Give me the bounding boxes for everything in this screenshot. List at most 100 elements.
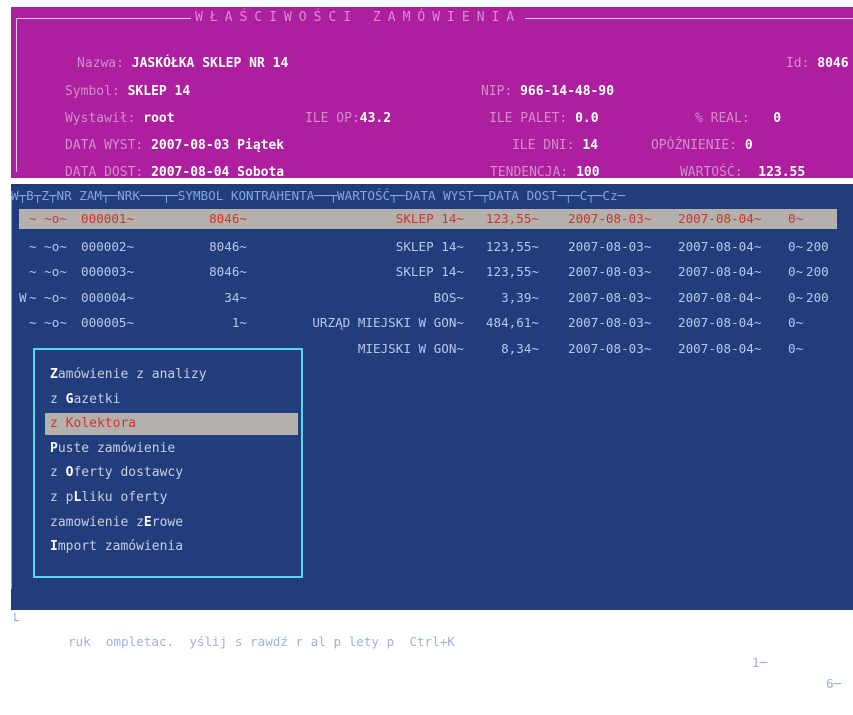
page-indicator: 1─ [752, 655, 768, 670]
ile-op-row: ILE OP:43.2 [258, 89, 391, 126]
value-row: WARTOŚĆ: 123.55 [633, 143, 805, 180]
menu-item-rest: azetki [73, 391, 121, 407]
footer-border: └ [11, 613, 27, 628]
row-cz: 200 [806, 290, 829, 305]
row-mark: ~ ~o~ [29, 239, 67, 254]
row-order-number: 000004~ [81, 290, 135, 305]
row-contractor: SKLEP 14~ [395, 239, 464, 254]
wyslij-key[interactable]: Wyślij [182, 634, 228, 649]
ile-op-value: 43.2 [359, 111, 392, 126]
menu-item-prefix: z [50, 465, 66, 481]
row-mark: ~ ~o~ [29, 290, 67, 305]
f2-inne-key[interactable]: F2Inne [462, 634, 508, 649]
row-cz: 200 [806, 264, 829, 279]
pz-key[interactable]: pZ [387, 634, 402, 649]
row-delivery-date: 2007-08-04~ [678, 239, 762, 254]
row-flag-w [19, 237, 27, 257]
menu-item[interactable]: z Oferty dostawcy [45, 462, 298, 484]
menu-item-rest: rowe [151, 514, 184, 530]
row-contractor: BOS~ [433, 290, 464, 305]
menu-item-rest: uste zamówienie [57, 440, 176, 456]
row-mark: ~ ~o~ [29, 211, 67, 226]
orders-table-header: W┬B┬Z┬NR ZAM┬─NRK───┬─SYMBOL KONTRAHENTA… [11, 188, 626, 203]
row-value: 123,55~ [485, 264, 539, 279]
row-issue-date: 2007-08-03~ [568, 290, 652, 305]
row-nrk: 8046~ [209, 239, 247, 254]
row-c: 0~ [788, 315, 804, 330]
menu-item-prefix: zamowienie z [50, 514, 144, 530]
menu-item[interactable]: zamowienie zErowe [45, 512, 298, 534]
delivery-date-label: DATA DOST: [64, 165, 144, 180]
row-c: 0~ [788, 290, 804, 305]
ins-key[interactable]: Ins [30, 634, 53, 649]
sprawdz-key[interactable]: sPrawdź [235, 634, 288, 649]
menu-item-rest: liku oferty [81, 490, 168, 505]
palety-key[interactable]: pAlety [333, 634, 379, 649]
druk-key[interactable]: Druk [60, 634, 90, 649]
row-delivery-date: 2007-08-04~ [678, 341, 762, 356]
left-border [11, 196, 12, 610]
symbol-row: Symbol: SKLEP 14 [18, 62, 190, 99]
ile-palet-row: ILE PALET: 0.0 [442, 89, 599, 126]
row-value: 484,61~ [485, 315, 539, 330]
new-order-menu: Zamówienie z analizy z Gazetki z Kolektora… [33, 348, 303, 578]
row-delivery-date: 2007-08-04~ [678, 290, 762, 305]
delivery-date-row: DATA DOST: 2007-08-04 Sobota [18, 143, 284, 180]
row-flag-w: W [19, 290, 27, 305]
row-delivery-date: 2007-08-04~ [678, 315, 762, 330]
ile-op-label: ILE OP: [304, 111, 360, 126]
menu-item[interactable]: Zamówienie z analizy [45, 364, 298, 386]
table-row[interactable]: ~ ~o~ 000005~ 1~ URZĄD MIEJSKI W GON~ 484,61… [11, 313, 853, 333]
issue-date-row: DATA WYST: 2007-08-03 Piątek [18, 116, 284, 153]
real-value: 0 [773, 111, 782, 126]
row-contractor: SKLEP 14~ [395, 211, 464, 226]
table-row[interactable]: ~ ~o~ 000002~ 8046~ SKLEP 14~ 123,55~ 2007-08… [11, 237, 853, 257]
row-issue-date: 2007-08-03~ [568, 211, 652, 226]
function-key-bar: └ Ins Druk Kompletac. Wyślij sPrawdź rEa… [0, 589, 853, 691]
menu-item-hotkey: E [143, 514, 152, 530]
row-nrk: 1~ [231, 315, 247, 330]
order-properties-panel: WŁAŚCIWOŚCI ZAMÓWIENIA Nazwa: JASKÓŁKA S… [11, 7, 853, 180]
menu-item-prefix: z [50, 416, 66, 432]
ctrl-k-key[interactable]: Ctrl+K [409, 634, 455, 649]
row-order-number: 000002~ [81, 239, 135, 254]
table-row[interactable]: W ~ ~o~ 000004~ 34~ BOS~ 3,39~ 2007-08-03~ 2007… [11, 288, 853, 308]
ile-dni-row: ILE DNI: 14 [465, 116, 598, 153]
menu-item[interactable]: z Kolektora [45, 413, 298, 436]
name-row: Nazwa: JASKÓŁKA SKLEP NR 14 [30, 34, 288, 71]
menu-item[interactable]: Puste zamówienie [45, 438, 298, 460]
row-issue-date: 2007-08-03~ [568, 315, 652, 330]
row-flag-w [19, 339, 27, 359]
menu-item-rest: mport zamówienia [57, 539, 184, 555]
menu-item-rest: olektora [73, 416, 137, 432]
real-key[interactable]: rEal [296, 634, 326, 649]
id-row: Id: 8046 [739, 34, 849, 71]
table-row[interactable]: ~ ~o~ 000001~ 8046~ SKLEP 14~ 123,55~ 2007-08… [19, 209, 837, 229]
kompletacja-key[interactable]: Kompletac. [98, 634, 174, 649]
row-contractor: MIEJSKI W GON~ [357, 341, 464, 356]
menu-item-hotkey: P [50, 440, 58, 456]
row-nrk: 8046~ [209, 264, 247, 279]
row-nrk: 8046~ [209, 211, 247, 226]
menu-item[interactable]: z Gazetki [45, 389, 298, 411]
row-c: 0~ [788, 239, 804, 254]
row-c: 0~ [788, 341, 804, 356]
table-row[interactable]: ~ ~o~ 000003~ 8046~ SKLEP 14~ 123,55~ 2007-08… [11, 262, 853, 282]
panel-title: WŁAŚCIWOŚCI ZAMÓWIENIA [191, 10, 526, 26]
row-c: 0~ [788, 211, 804, 226]
trend-value: 100 [576, 165, 600, 180]
row-flag-w [19, 209, 27, 229]
fkey-row: Ins Druk Kompletac. Wyślij sPrawdź rEal … [30, 631, 508, 652]
menu-item-rest: ferty dostawcy [73, 465, 184, 481]
row-nrk: 34~ [224, 290, 247, 305]
nip-row: NIP: 966-14-48-90 [434, 62, 614, 99]
row-value: 123,55~ [485, 239, 539, 254]
delay-row: OPÓŹNIENIE: 0 [604, 116, 753, 153]
row-mark: ~ ~o~ [29, 264, 67, 279]
row-value: 123,55~ [485, 211, 539, 226]
menu-item[interactable]: z pLliku oferty [45, 487, 298, 509]
terminal-screen: WŁAŚCIWOŚCI ZAMÓWIENIA Nazwa: JASKÓŁKA S… [0, 0, 853, 691]
issuer-row: Wystawił: root [18, 89, 175, 126]
menu-item[interactable]: Import zamówienia [45, 536, 298, 558]
row-order-number: 000005~ [81, 315, 135, 330]
